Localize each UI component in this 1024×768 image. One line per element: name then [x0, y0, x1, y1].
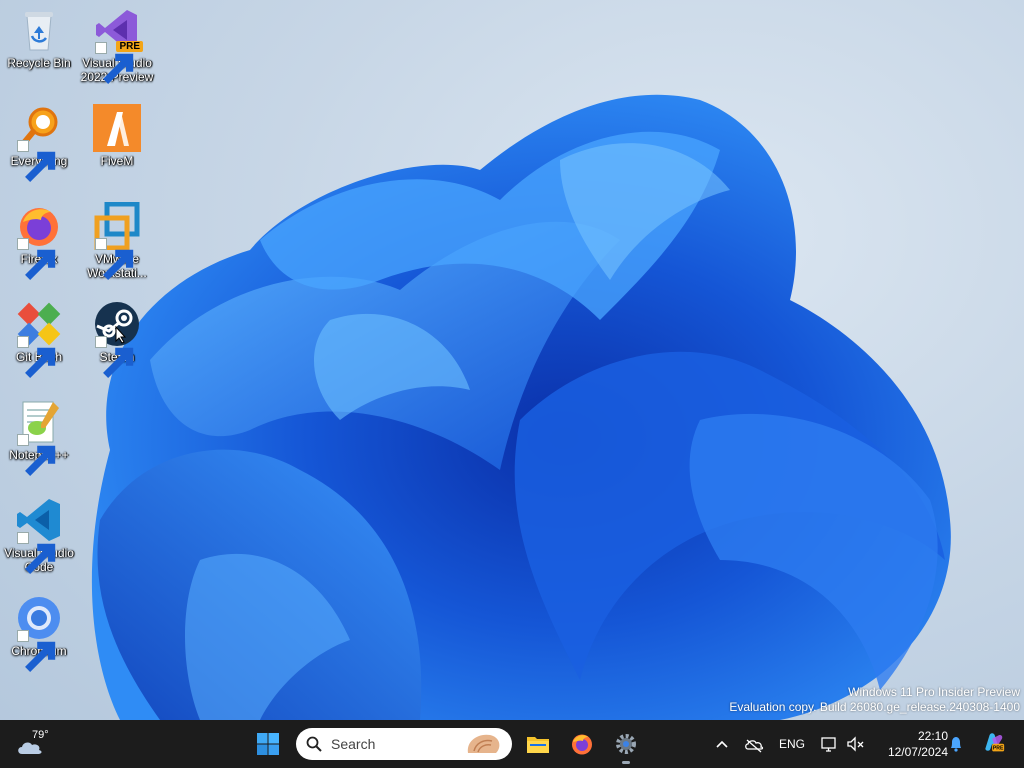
onedrive-offline-icon[interactable]	[744, 732, 764, 756]
desktop-icon-vmware[interactable]: VMware Workstati...	[78, 202, 156, 280]
taskbar-search-box[interactable]: Search	[296, 728, 512, 760]
firefox-icon	[572, 734, 592, 755]
clock-time: 22:10	[917, 729, 948, 743]
input-language-indicator[interactable]: ENG	[779, 737, 805, 751]
search-icon	[306, 736, 322, 752]
shortcut-arrow-icon	[17, 140, 56, 182]
fivem-icon	[93, 104, 141, 152]
shortcut-arrow-icon	[95, 42, 134, 84]
desktop-icon-everything[interactable]: Everything	[0, 104, 78, 182]
recycle-bin-icon	[25, 12, 53, 51]
notification-bell-icon[interactable]	[948, 732, 964, 756]
volume-muted-icon[interactable]	[846, 732, 866, 756]
desktop-icon-recycle-bin[interactable]: Recycle Bin	[0, 6, 78, 70]
evaluation-watermark: Windows 11 Pro Insider Preview Evaluatio…	[729, 685, 1020, 715]
windows-start-icon	[257, 733, 279, 755]
taskbar-firefox[interactable]	[566, 728, 598, 760]
show-hidden-icons-chevron-icon[interactable]	[714, 732, 730, 756]
shortcut-arrow-icon	[17, 238, 56, 280]
mouse-cursor-icon	[115, 326, 127, 344]
shortcut-arrow-icon	[95, 336, 134, 378]
cloudy-weather-icon	[18, 742, 42, 754]
shortcut-arrow-icon	[17, 336, 56, 378]
taskbar-file-explorer[interactable]	[522, 728, 554, 760]
svg-text:PRE: PRE	[993, 746, 1004, 752]
watermark-line-2: Evaluation copy. Build 26080.ge_release.…	[729, 700, 1020, 714]
weather-widget[interactable]: 79°	[16, 726, 60, 762]
taskbar: 79° Search ENG 22:10 12/07/2024 PRE	[0, 720, 1024, 768]
shortcut-arrow-icon	[17, 630, 56, 672]
search-highlight-shell-icon	[467, 734, 500, 753]
settings-gear-icon	[616, 734, 636, 754]
search-placeholder: Search	[331, 736, 376, 752]
desktop-icon-label: Recycle Bin	[7, 56, 71, 70]
system-clock[interactable]: 22:10 12/07/2024	[872, 728, 948, 760]
desktop-icon-vscode[interactable]: Visual Studio Code	[0, 496, 78, 574]
shortcut-arrow-icon	[95, 238, 134, 280]
desktop-icon-git-bash[interactable]: Git Bash	[0, 300, 78, 378]
clock-date: 12/07/2024	[887, 745, 948, 759]
start-button[interactable]	[256, 732, 280, 756]
watermark-line-1: Windows 11 Pro Insider Preview	[848, 685, 1020, 699]
taskbar-settings[interactable]	[610, 728, 642, 764]
desktop-icon-chromium[interactable]: Chromium	[0, 594, 78, 672]
desktop-icon-notepadpp[interactable]: Notepad++	[0, 398, 78, 476]
desktop-icon-visual-studio[interactable]: PRE Visual Studio 2022 Preview	[78, 6, 156, 84]
shortcut-arrow-icon	[17, 532, 56, 574]
desktop-icon-fivem[interactable]: FiveM	[78, 104, 156, 168]
desktop-icon-firefox[interactable]: Firefox	[0, 202, 78, 280]
shortcut-arrow-icon	[17, 434, 56, 476]
desktop-icon-steam[interactable]: Steam	[78, 300, 156, 378]
network-icon[interactable]	[820, 732, 840, 756]
desktop: Recycle Bin PRE Visual Studio 2022 Previ…	[0, 0, 1024, 720]
file-explorer-icon	[527, 737, 549, 753]
desktop-icon-label: FiveM	[100, 154, 134, 168]
copilot-preview-icon[interactable]: PRE	[980, 730, 1006, 754]
running-indicator	[622, 761, 630, 764]
